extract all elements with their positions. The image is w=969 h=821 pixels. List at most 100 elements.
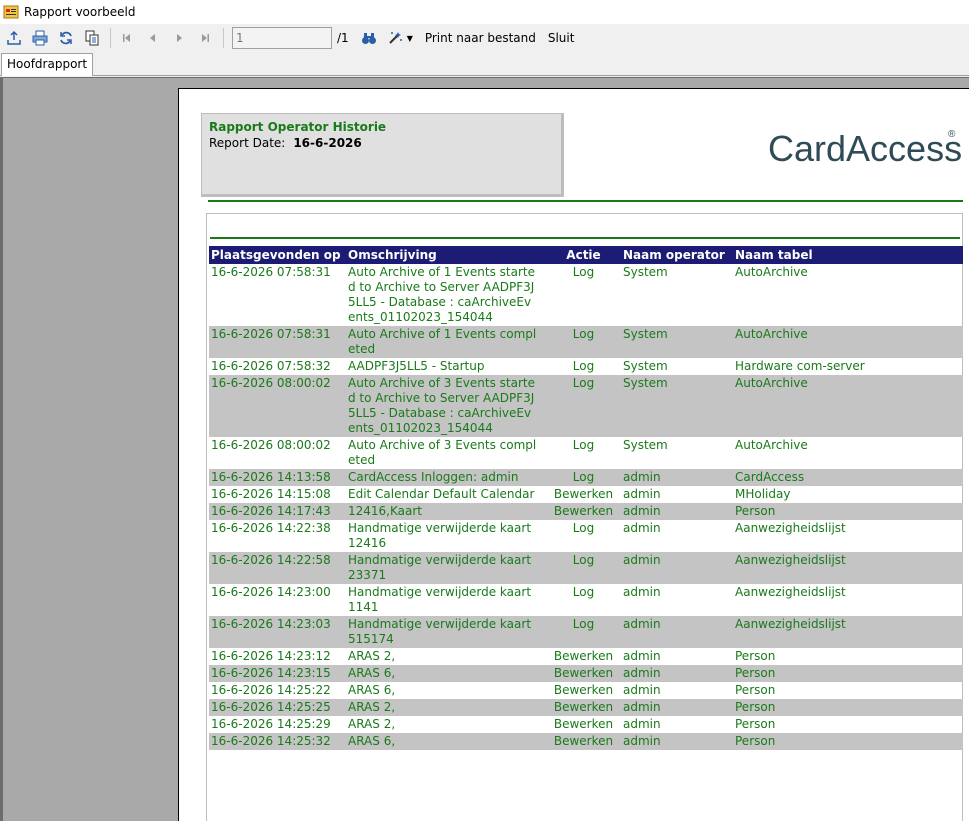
cell-description: Handmatige verwijderde kaart 1141 [346, 584, 546, 616]
copy-icon [85, 30, 99, 46]
cell-operator: admin [623, 717, 661, 731]
refresh-button[interactable] [54, 26, 78, 50]
cell-date: 16-6-2026 14:23:15 [209, 665, 346, 682]
cell-table: Hardware com-server [735, 359, 865, 373]
cell-description: Auto Archive of 1 Events completed [346, 326, 546, 358]
cell-description-text: Handmatige verwijderde kaart 515174 [348, 617, 532, 646]
cell-description: ARAS 6, [346, 733, 546, 750]
cell-description: CardAccess Inloggen: admin [346, 469, 546, 486]
table-row: 16-6-2026 07:58:32 AADPF3J5LL5 - Startup L… [209, 358, 963, 375]
tab-main-report[interactable]: Hoofdrapport [1, 53, 94, 76]
find-button[interactable] [357, 26, 381, 50]
cell-description: Handmatige verwijderde kaart 23371 [346, 552, 546, 584]
cell-description-text: CardAccess Inloggen: admin [348, 470, 519, 484]
cell-date: 16-6-2026 14:23:03 [209, 616, 346, 648]
column-header-date: Plaatsgevonden op [209, 246, 346, 264]
zoom-button[interactable] [383, 26, 407, 50]
toolbar-separator [223, 28, 224, 48]
cell-operator: admin [623, 521, 661, 535]
cell-description-text: Edit Calendar Default Calendar [348, 487, 535, 501]
cell-description: ARAS 6, [346, 682, 546, 699]
table-row: 16-6-2026 07:58:31 Auto Archive of 1 Even… [209, 326, 963, 358]
cell-description-text: Auto Archive of 3 Events completed [348, 438, 537, 467]
report-date: Report Date: 16-6-2026 [209, 136, 554, 150]
cell-date: 16-6-2026 14:23:12 [211, 649, 331, 663]
table-row: 16-6-2026 08:00:02 Auto Archive of 3 Even… [209, 437, 963, 469]
cell-date: 16-6-2026 14:17:43 [209, 503, 346, 520]
cell-table: Aanwezigheidslijst [735, 521, 846, 535]
cell-date: 16-6-2026 14:13:58 [209, 469, 346, 486]
cell-description-text: ARAS 2, [348, 649, 396, 663]
cell-description-text: AADPF3J5LL5 - Startup [348, 359, 485, 373]
cell-table: AutoArchive [735, 438, 808, 452]
cell-operator: admin [623, 649, 661, 663]
cell-description-text: ARAS 6, [348, 734, 396, 748]
cardaccess-logo: CardAccess ® [768, 128, 962, 169]
table-row: 16-6-2026 14:13:58 CardAccess Inloggen: a… [209, 469, 963, 486]
column-header-table: Naam tabel [733, 246, 963, 264]
cell-action: Log [546, 616, 621, 648]
cell-description-text: Handmatige verwijderde kaart 23371 [348, 553, 532, 582]
copy-button[interactable] [80, 26, 104, 50]
cell-operator: admin [621, 733, 733, 750]
previous-page-button[interactable] [141, 26, 165, 50]
cell-table: AutoArchive [733, 375, 963, 437]
cell-action: Log [572, 265, 595, 279]
page-number-input[interactable] [232, 27, 332, 49]
cell-date: 16-6-2026 14:25:25 [209, 699, 346, 716]
cell-description-text: Auto Archive of 1 Events started to Arch… [348, 265, 535, 324]
cell-action: Log [546, 552, 621, 584]
table-row: 16-6-2026 14:23:03 Handmatige verwijderde… [209, 616, 963, 648]
cell-action: Log [546, 469, 621, 486]
window-titlebar: Rapport voorbeeld [0, 0, 969, 24]
refresh-icon [60, 31, 72, 45]
window-title: Rapport voorbeeld [24, 5, 136, 19]
cell-action: Bewerken [553, 649, 614, 663]
cell-description: AADPF3J5LL5 - Startup [346, 358, 546, 375]
cell-date: 16-6-2026 14:25:22 [211, 683, 331, 697]
cell-table: Person [735, 649, 776, 663]
table-row: 16-6-2026 14:22:58 Handmatige verwijderde… [209, 552, 963, 584]
cell-description-text: ARAS 6, [348, 666, 396, 680]
cell-date: 16-6-2026 07:58:31 [211, 265, 331, 279]
magic-wand-icon [388, 32, 402, 44]
cell-operator: admin [621, 469, 733, 486]
cell-description-text: ARAS 2, [348, 717, 396, 731]
cell-date: 16-6-2026 14:25:29 [211, 717, 331, 731]
report-title: Rapport Operator Historie [209, 120, 387, 134]
previous-page-icon [150, 34, 155, 42]
cell-action: Log [572, 438, 595, 452]
cell-description: Auto Archive of 3 Events completed [346, 437, 546, 469]
cell-operator: System [621, 375, 733, 437]
cell-action: Log [572, 585, 595, 599]
next-page-button[interactable] [167, 26, 191, 50]
cell-operator: System [623, 265, 668, 279]
cell-date: 16-6-2026 14:22:38 [211, 521, 331, 535]
print-to-file-button[interactable]: Print naar bestand [425, 31, 536, 45]
cell-table: AutoArchive [735, 265, 808, 279]
cell-description: ARAS 2, [346, 716, 546, 733]
cell-description-text: ARAS 2, [348, 700, 396, 714]
cell-operator: admin [623, 487, 661, 501]
cell-table: AutoArchive [733, 326, 963, 358]
cell-date: 16-6-2026 07:58:32 [211, 359, 331, 373]
export-button[interactable] [2, 26, 26, 50]
report-date-value: 16-6-2026 [293, 136, 362, 150]
cell-table: MHoliday [735, 487, 791, 501]
table-top-line [210, 237, 960, 239]
cell-description: Auto Archive of 3 Events started to Arch… [346, 375, 546, 437]
zoom-dropdown-arrow-icon[interactable]: ▼ [407, 34, 413, 43]
last-page-button[interactable] [193, 26, 217, 50]
cell-date: 16-6-2026 14:25:32 [209, 733, 346, 750]
cell-operator: System [623, 359, 668, 373]
table-row: 16-6-2026 14:17:43 12416,Kaart Bewerken adm… [209, 503, 963, 520]
first-page-icon [123, 34, 130, 42]
print-button[interactable] [28, 26, 52, 50]
first-page-button[interactable] [115, 26, 139, 50]
cell-date: 16-6-2026 14:15:08 [211, 487, 331, 501]
table-row: 16-6-2026 14:23:00 Handmatige verwijderde… [209, 584, 963, 616]
cell-description: 12416,Kaart [346, 503, 546, 520]
close-button[interactable]: Sluit [548, 31, 575, 45]
cell-operator: admin [621, 503, 733, 520]
last-page-icon [202, 34, 209, 42]
